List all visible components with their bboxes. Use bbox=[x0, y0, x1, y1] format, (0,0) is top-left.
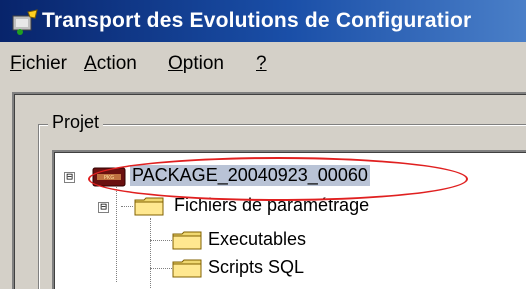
menu-fichier[interactable]: Fichier bbox=[10, 53, 67, 75]
title-bar[interactable]: Transport des Evolutions de Configuratio… bbox=[0, 0, 526, 42]
tree-node-label: PACKAGE_20040923_00060 bbox=[130, 165, 370, 186]
folder-icon bbox=[172, 231, 202, 250]
menu-bar: Fichier Action Option ? bbox=[0, 44, 526, 84]
app-window: Transport des Evolutions de Configuratio… bbox=[0, 0, 526, 289]
tree-node-root[interactable]: ⊟ PKG PACKAGE_20040923_00060 bbox=[54, 164, 474, 188]
tree-node-label: Fichiers de paramétrage bbox=[174, 195, 370, 215]
collapse-icon[interactable]: ⊟ bbox=[98, 201, 109, 213]
tree-node-scripts-sql[interactable]: Scripts SQL bbox=[54, 256, 474, 280]
collapse-icon[interactable]: ⊟ bbox=[64, 171, 75, 183]
menu-option[interactable]: Option bbox=[168, 53, 224, 75]
package-icon: PKG bbox=[92, 167, 126, 187]
window-title: Transport des Evolutions de Configuratio… bbox=[42, 9, 472, 32]
folder-icon bbox=[134, 197, 164, 216]
tree-node-executables[interactable]: Executables bbox=[54, 228, 474, 252]
project-tree[interactable]: ⊟ PKG PACKAGE_20040923_00060 ⊟ Fichiers … bbox=[52, 150, 526, 289]
tree-node-label: Executables bbox=[208, 229, 307, 249]
projet-group-label: Projet bbox=[48, 112, 104, 133]
app-icon bbox=[12, 9, 38, 35]
svg-text:PKG: PKG bbox=[104, 175, 114, 181]
folder-icon bbox=[172, 259, 202, 278]
menu-action[interactable]: Action bbox=[84, 53, 137, 75]
tree-node-label: Scripts SQL bbox=[208, 257, 305, 277]
tree-node-fichiers[interactable]: ⊟ Fichiers de paramétrage bbox=[54, 194, 474, 218]
menu-help[interactable]: ? bbox=[256, 53, 267, 75]
